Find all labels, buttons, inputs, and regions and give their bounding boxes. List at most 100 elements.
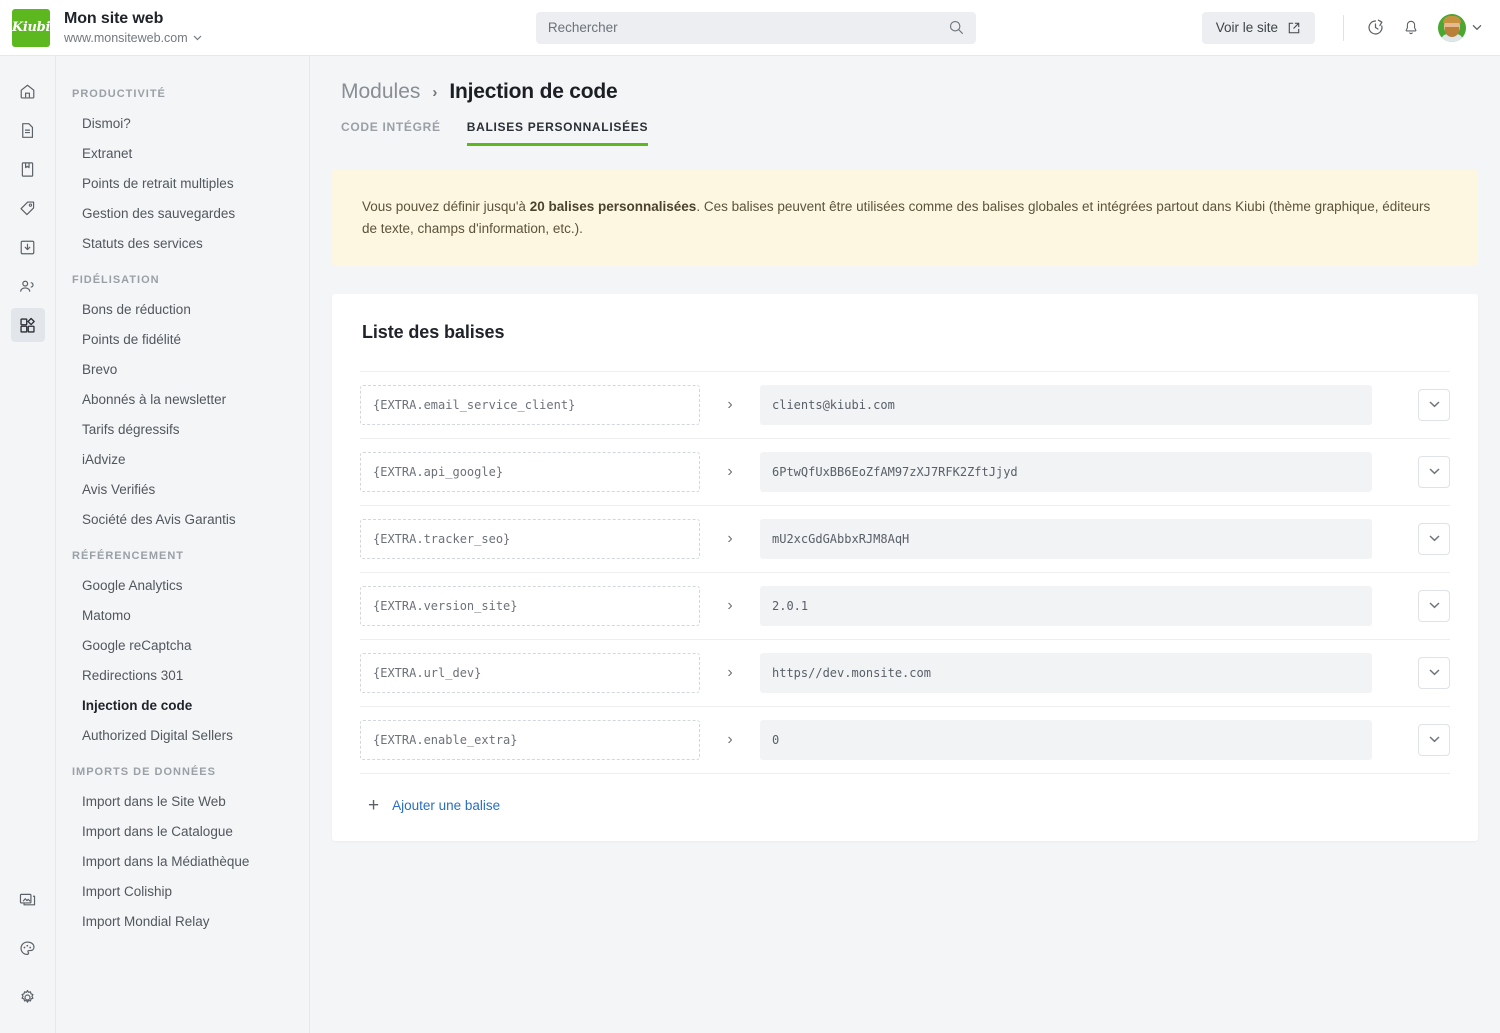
palette-icon [20,940,35,955]
chevron-down-icon [1472,24,1482,31]
rail-item-settings[interactable] [11,980,45,1014]
row-menu-button[interactable] [1418,589,1450,622]
search-input[interactable] [547,20,949,35]
notifications-button[interactable] [1394,11,1428,45]
sidebar-item-google-analytics[interactable]: Google Analytics [56,570,309,600]
sidebar-item-import-catalogue[interactable]: Import dans le Catalogue [56,816,309,846]
site-title: Mon site web [64,10,164,28]
tag-value-input[interactable]: https//dev.monsite.com [760,652,1372,693]
tab-balises-personnalisees[interactable]: BALISES PERSONNALISÉES [466,120,649,146]
sidebar-item-matomo[interactable]: Matomo [56,600,309,630]
sidebar-group: PRODUCTIVITÉ Dismoi? Extranet Points de … [56,72,309,258]
sidebar-item-statuts-services[interactable]: Statuts des services [56,228,309,258]
tag-value-input[interactable]: mU2xcGdGAbbxRJM8AqH [760,518,1372,559]
rail-item-modules[interactable] [10,308,45,342]
row-menu-button[interactable] [1418,723,1450,756]
sidebar-item-avis-verifies[interactable]: Avis Verifiés [56,474,309,504]
sidebar-item-authorized-digital-sellers[interactable]: Authorized Digital Sellers [56,720,309,750]
tag-icon [20,200,35,215]
sidebar-item-points-fidelite[interactable]: Points de fidélité [56,324,309,354]
tab-code-integre[interactable]: CODE INTÉGRÉ [341,120,441,146]
table-row: {EXTRA.email_service_client} › clients@k… [360,370,1450,438]
sidebar-item-extranet[interactable]: Extranet [56,138,309,168]
sidebar-item-dismoi[interactable]: Dismoi? [56,108,309,138]
tag-key-input[interactable]: {EXTRA.url_dev} [360,652,700,693]
sidebar-item-avis-garantis[interactable]: Société des Avis Garantis [56,504,309,534]
brand-cell[interactable]: Kiubi Mon site web www.monsiteweb.com [0,0,310,55]
row-menu-button[interactable] [1418,388,1450,421]
main-content: Modules › Injection de code CODE INTÉGRÉ… [310,56,1500,1033]
view-site-label: Voir le site [1215,20,1278,35]
breadcrumb-parent[interactable]: Modules [341,80,420,104]
notice-text-part1: Vous pouvez définir jusqu'à [362,199,530,214]
row-menu-button[interactable] [1418,455,1450,488]
sidebar-item-iadvize[interactable]: iAdvize [56,444,309,474]
sidebar-item-import-site-web[interactable]: Import dans le Site Web [56,786,309,816]
tag-value-input[interactable]: clients@kiubi.com [760,384,1372,425]
rail-item-home[interactable] [11,74,45,108]
page-title: Injection de code [449,80,618,103]
chevron-right-icon: › [727,529,733,547]
tag-key-input[interactable]: {EXTRA.enable_extra} [360,719,700,760]
sidebar-item-import-mediatheque[interactable]: Import dans la Médiathèque [56,846,309,876]
user-menu[interactable] [1438,13,1482,42]
search-area [310,11,1202,44]
rail-item-catalog[interactable] [11,152,45,186]
site-url: www.monsiteweb.com [64,30,188,45]
plus-icon: + [368,794,380,816]
row-menu-button[interactable] [1418,656,1450,689]
sidebar-item-bons-reduction[interactable]: Bons de réduction [56,294,309,324]
app-root: Kiubi Mon site web www.monsiteweb.com Re… [0,0,1500,1033]
rail-item-media[interactable] [11,882,45,916]
sidebar-item-brevo[interactable]: Brevo [56,354,309,384]
rail-item-tags[interactable] [11,191,45,225]
sidebar-group: IMPORTS DE DONNÉES Import dans le Site W… [56,750,309,936]
icon-rail [0,56,56,1033]
tags-card: Liste des balises {EXTRA.email_service_c… [332,293,1478,841]
site-url-row[interactable]: www.monsiteweb.com [64,31,202,45]
sidebar-item-import-coliship[interactable]: Import Coliship [56,876,309,906]
chevron-down-icon [193,35,202,41]
members-icon [20,280,34,292]
chevron-right-icon: › [727,663,733,681]
tag-key-input[interactable]: {EXTRA.version_site} [360,585,700,626]
sidebar-item-sauvegardes[interactable]: Gestion des sauvegardes [56,198,309,228]
sidebar-item-recaptcha[interactable]: Google reCaptcha [56,630,309,660]
bell-icon [1405,20,1417,34]
sidebar-item-import-mondial-relay[interactable]: Import Mondial Relay [56,906,309,936]
view-site-button[interactable]: Voir le site [1201,11,1315,44]
sidebar-item-newsletter[interactable]: Abonnés à la newsletter [56,384,309,414]
row-menu-button[interactable] [1418,522,1450,555]
sidebar-group: RÉFÉRENCEMENT Google Analytics Matomo Go… [56,534,309,750]
tag-key-input[interactable]: {EXTRA.tracker_seo} [360,518,700,559]
chevron-down-icon [1428,669,1440,676]
search-box[interactable] [535,11,976,44]
history-icon-button[interactable] [1358,11,1392,45]
modules-icon [20,317,35,333]
kiubi-logo: Kiubi [12,8,50,47]
sidebar-item-points-retrait[interactable]: Points de retrait multiples [56,168,309,198]
tag-key-input[interactable]: {EXTRA.email_service_client} [360,384,700,425]
rail-item-members[interactable] [11,269,45,303]
sidebar-item-injection-de-code[interactable]: Injection de code [56,690,309,720]
info-banner: Vous pouvez définir jusqu'à 20 balises p… [332,170,1478,266]
rail-item-theme[interactable] [11,931,45,965]
avatar [1438,13,1466,42]
rail-item-orders[interactable] [11,230,45,264]
rail-item-pages[interactable] [11,113,45,147]
rail-bottom [11,882,45,1033]
tag-value-input[interactable]: 6PtwQfUxBB6EoZfAM97zXJ7RFK2ZftJjyd [760,451,1372,492]
brand-text: Mon site web www.monsiteweb.com [64,10,202,45]
add-tag-label: Ajouter une balise [392,797,501,813]
tag-key-input[interactable]: {EXTRA.api_google} [360,451,700,492]
sidebar-item-redirections-301[interactable]: Redirections 301 [56,660,309,690]
tag-value-input[interactable]: 2.0.1 [760,585,1372,626]
sidebar-item-tarifs-degressifs[interactable]: Tarifs dégressifs [56,414,309,444]
sidebar-nav[interactable]: PRODUCTIVITÉ Dismoi? Extranet Points de … [56,56,310,1033]
media-icon [19,893,36,905]
search-icon[interactable] [949,20,964,35]
tag-value-input[interactable]: 0 [760,719,1372,760]
sidebar-group-title: FIDÉLISATION [72,274,160,286]
add-tag-button[interactable]: + Ajouter une balise [360,796,1450,815]
table-row: {EXTRA.version_site} › 2.0.1 [360,571,1450,639]
